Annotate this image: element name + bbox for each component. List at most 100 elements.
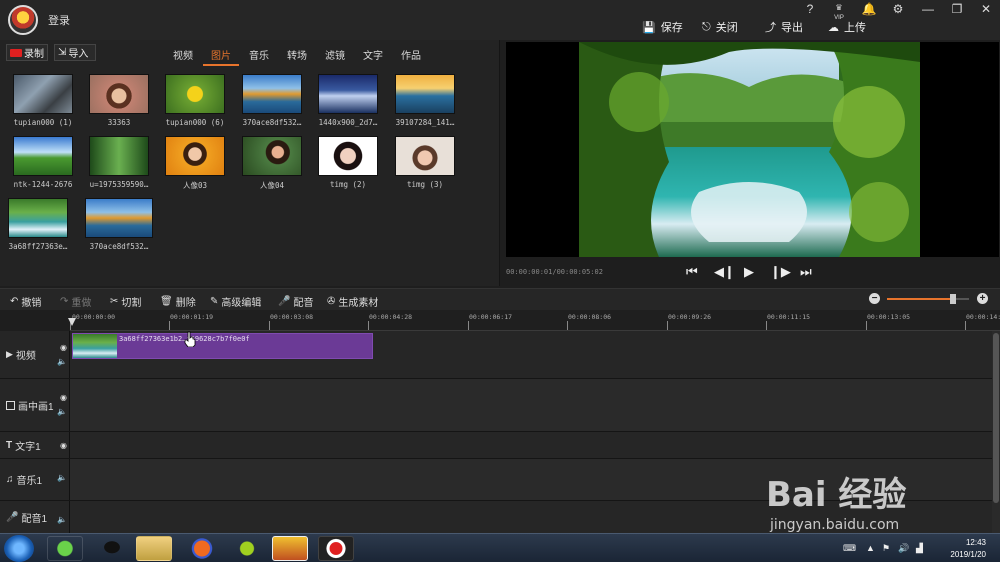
timeline-clip[interactable]: 3a68ff27363e1b2…f69628c7b7f0e0f [72, 333, 373, 359]
thumbnail-image [89, 136, 149, 176]
tab-transition[interactable]: 转场 [279, 44, 315, 66]
taskbar-app-explorer-icon[interactable] [136, 536, 172, 561]
thumbnail-image [85, 198, 153, 238]
login-link[interactable]: 登录 [48, 12, 70, 28]
next-frame-icon[interactable]: ❙▶ [770, 264, 791, 280]
close-project-button[interactable]: ⎋ 关闭 [702, 19, 738, 35]
minimize-icon[interactable]: — [919, 2, 937, 16]
prev-frame-icon[interactable]: ◀❙ [714, 264, 735, 280]
track-headers: ▶ 视频 ◉ 🔈 画中画1 ◉ 🔈 T 文字1 ◉ ♫ 音乐1 🔈 🎤 配音1 … [0, 331, 70, 533]
media-thumbnail[interactable]: 39107284_141… [388, 74, 462, 127]
skip-end-icon[interactable]: ⏭ [800, 264, 812, 280]
flag-icon[interactable]: ⚑ [882, 543, 890, 554]
microphone-icon: 🎤 [6, 511, 19, 523]
generate-material-button[interactable]: ✇ 生成素材 [327, 294, 378, 309]
export-button[interactable]: ⤴ 导出 [765, 19, 803, 35]
save-button[interactable]: 💾 保存 [642, 19, 683, 35]
app-window: 登录 ? ♛ VIP 🔔 ⚙ — ❐ ✕ 💾 保存 ⎋ 关闭 ⤴ 导出 ☁ 上传 录制 ⇲… [0, 0, 1000, 562]
thumbnail-image [165, 136, 225, 176]
zoom-slider[interactable] [887, 294, 969, 304]
pip-track[interactable] [70, 379, 992, 432]
media-thumbnail[interactable]: 370ace8df532… [82, 198, 156, 251]
redo-button[interactable]: ↷ 重做 [60, 294, 91, 309]
import-button[interactable]: ⇲ 导入 [54, 44, 96, 61]
tab-works[interactable]: 作品 [393, 44, 429, 66]
media-thumbnail[interactable]: tupian000 (6) [158, 74, 232, 127]
clip-thumbnail [73, 334, 117, 358]
media-thumbnail[interactable]: tupian000 (1) [6, 74, 80, 127]
zoom-in-icon[interactable]: + [977, 293, 988, 304]
ruler-label: 00:00:14:… [966, 313, 1000, 321]
playhead[interactable] [68, 318, 76, 326]
ruler-label: 00:00:01:19 [170, 313, 214, 321]
taskbar-app-player-icon[interactable] [229, 536, 265, 561]
system-clock[interactable]: 12:43 2019/1/20 [950, 537, 986, 561]
speaker-icon[interactable]: 🔈 [57, 357, 67, 366]
export-icon: ⤴ [765, 22, 776, 34]
close-window-icon[interactable]: ✕ [977, 2, 995, 16]
upload-button[interactable]: ☁ 上传 [828, 19, 866, 35]
media-thumbnail[interactable]: 1440x900_2d7… [311, 74, 385, 127]
thumbnail-image [8, 198, 68, 238]
taskbar-app-recorder-icon[interactable] [318, 536, 354, 561]
media-thumbnail[interactable]: 人像04 [235, 136, 309, 191]
thumbnail-image [242, 74, 302, 114]
media-thumbnail[interactable]: 3a68ff27363e… [1, 198, 75, 251]
taskbar-app-qq-icon[interactable] [94, 536, 130, 561]
start-button[interactable] [4, 535, 34, 562]
media-thumbnail[interactable]: u=1975359590… [82, 136, 156, 189]
cloud-upload-icon: ☁ [828, 21, 839, 34]
ruler-label: 00:00:08:06 [568, 313, 612, 321]
ruler-tick [567, 321, 568, 330]
bell-icon[interactable]: 🔔 [860, 2, 878, 16]
network-icon[interactable]: ▟ [916, 543, 923, 554]
thumbnail-image [165, 74, 225, 114]
thumbnail-image [318, 74, 378, 114]
zoom-slider-handle[interactable] [949, 294, 956, 304]
ruler-label: 00:00:11:15 [767, 313, 811, 321]
media-thumbnail[interactable]: timg (2) [311, 136, 385, 189]
eye-icon[interactable]: ◉ [60, 393, 67, 402]
media-thumbnail[interactable]: 33363 [82, 74, 156, 127]
media-thumbnail[interactable]: 人像03 [158, 136, 232, 191]
speaker-icon[interactable]: 🔈 [57, 473, 67, 482]
taskbar-app-360-icon[interactable] [47, 536, 83, 561]
ruler-label: 00:00:09:26 [668, 313, 712, 321]
tab-filter[interactable]: 滤镜 [317, 44, 353, 66]
record-button[interactable]: 录制 [6, 44, 48, 61]
tab-text[interactable]: 文字 [355, 44, 391, 66]
dub-button[interactable]: 🎤 配音 [278, 294, 313, 309]
taskbar-app-firefox-icon[interactable] [184, 536, 220, 561]
gear-icon[interactable]: ⚙ [889, 2, 907, 16]
timeline-ruler[interactable]: 00:00:00:00 00:00:01:19 00:00:03:08 00:0… [70, 310, 1000, 331]
tab-images[interactable]: 图片 [203, 44, 239, 66]
taskbar-app-editor-icon[interactable] [272, 536, 308, 561]
undo-button[interactable]: ↶ 撤销 [10, 294, 41, 309]
track-header-music: ♫ 音乐1 🔈 [0, 459, 70, 501]
tab-music[interactable]: 音乐 [241, 44, 277, 66]
media-thumbnail[interactable]: ntk-1244-2676 [6, 136, 80, 189]
timeline-scrollbar[interactable] [992, 331, 1000, 533]
skip-start-icon[interactable]: ⏮ [686, 264, 698, 280]
speaker-icon[interactable]: 🔈 [57, 407, 67, 416]
zoom-out-icon[interactable]: − [869, 293, 880, 304]
cut-button[interactable]: ✂ 切割 [110, 294, 141, 309]
ruler-tick [766, 321, 767, 330]
tray-expand-icon[interactable]: ▲ [866, 543, 875, 553]
play-icon[interactable]: ▶ [744, 264, 754, 280]
tab-video[interactable]: 视频 [165, 44, 201, 66]
advanced-edit-button[interactable]: ✎ 高级编辑 [210, 294, 261, 309]
scrollbar-thumb[interactable] [993, 333, 999, 503]
hand-cursor-icon [184, 331, 196, 347]
volume-icon[interactable]: 🔊 [898, 543, 909, 554]
keyboard-icon[interactable]: ⌨ [843, 543, 856, 554]
trash-icon: 🗑 [160, 296, 173, 307]
delete-button[interactable]: 🗑 删除 [160, 294, 196, 309]
eye-icon[interactable]: ◉ [60, 343, 67, 352]
maximize-icon[interactable]: ❐ [948, 2, 966, 16]
eye-icon[interactable]: ◉ [60, 441, 67, 450]
speaker-icon[interactable]: 🔈 [57, 515, 67, 524]
help-icon[interactable]: ? [801, 2, 819, 16]
media-thumbnail[interactable]: 370ace8df532… [235, 74, 309, 127]
media-thumbnail[interactable]: timg (3) [388, 136, 462, 189]
